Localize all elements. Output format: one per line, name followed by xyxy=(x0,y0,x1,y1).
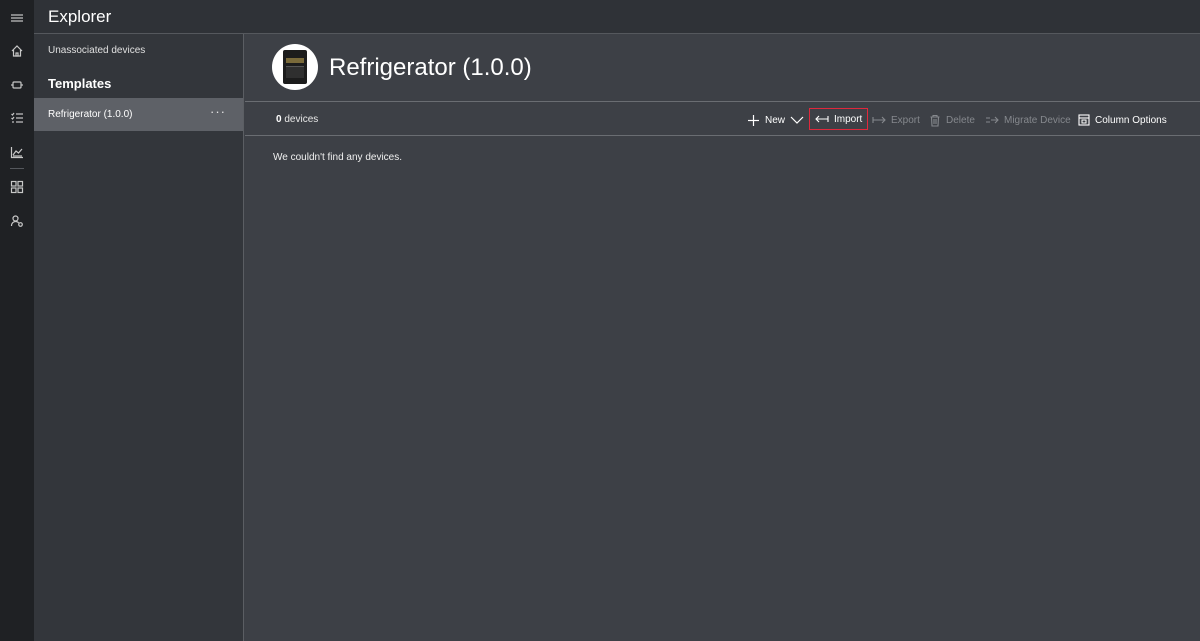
page-title: Refrigerator (1.0.0) xyxy=(329,54,532,81)
app-title: Explorer xyxy=(48,7,112,26)
new-button-label: New xyxy=(765,114,786,126)
unassociated-devices-link[interactable]: Unassociated devices xyxy=(48,45,145,56)
more-options-icon[interactable]: ··· xyxy=(210,104,226,119)
delete-button[interactable]: Delete xyxy=(929,110,975,130)
column-options-button[interactable]: Column Options xyxy=(1078,110,1167,130)
device-count-number: 0 xyxy=(276,114,282,125)
top-bar: Explorer xyxy=(34,0,1200,34)
empty-state-message: We couldn't find any devices. xyxy=(273,152,403,163)
nav-rail xyxy=(0,0,34,641)
import-button[interactable]: Import xyxy=(809,108,869,130)
device-count-suffix: devices xyxy=(284,114,319,125)
device-icon[interactable] xyxy=(8,76,26,94)
template-item-label: Refrigerator (1.0.0) xyxy=(48,109,133,120)
chevron-down-icon xyxy=(790,116,804,124)
column-options-label: Column Options xyxy=(1095,114,1167,126)
new-button[interactable]: New xyxy=(747,110,804,130)
admin-user-icon[interactable] xyxy=(8,212,26,230)
migrate-device-label: Migrate Device xyxy=(1004,114,1071,126)
refrigerator-image-icon xyxy=(283,50,307,84)
templates-heading: Templates xyxy=(48,76,112,91)
export-arrow-icon xyxy=(872,116,886,124)
template-header: Refrigerator (1.0.0) xyxy=(245,34,1200,102)
hamburger-menu-icon[interactable] xyxy=(8,9,26,27)
import-arrow-icon xyxy=(815,115,829,123)
migrate-device-button[interactable]: Migrate Device xyxy=(985,110,1071,130)
import-button-label: Import xyxy=(834,113,863,125)
dashboard-grid-icon[interactable] xyxy=(8,178,26,196)
export-button[interactable]: Export xyxy=(872,110,920,130)
home-icon[interactable] xyxy=(8,42,26,60)
analytics-icon[interactable] xyxy=(8,143,26,161)
export-button-label: Export xyxy=(891,114,920,126)
device-count: 0 devices xyxy=(276,114,318,125)
rail-divider xyxy=(10,168,24,169)
migrate-icon xyxy=(986,116,999,124)
column-options-icon xyxy=(1078,114,1090,126)
delete-button-label: Delete xyxy=(946,114,975,126)
refrigerator-avatar xyxy=(272,44,318,90)
trash-icon xyxy=(930,114,940,127)
main-content: Refrigerator (1.0.0) 0 devices New Impor… xyxy=(245,34,1200,641)
plus-icon xyxy=(748,114,759,126)
rules-list-icon[interactable] xyxy=(8,109,26,127)
template-item-refrigerator[interactable]: Refrigerator (1.0.0) ··· xyxy=(34,98,243,131)
devices-toolbar: 0 devices New Import Export Delete Migra… xyxy=(245,103,1200,136)
templates-panel: Unassociated devices Templates Refrigera… xyxy=(34,34,244,641)
